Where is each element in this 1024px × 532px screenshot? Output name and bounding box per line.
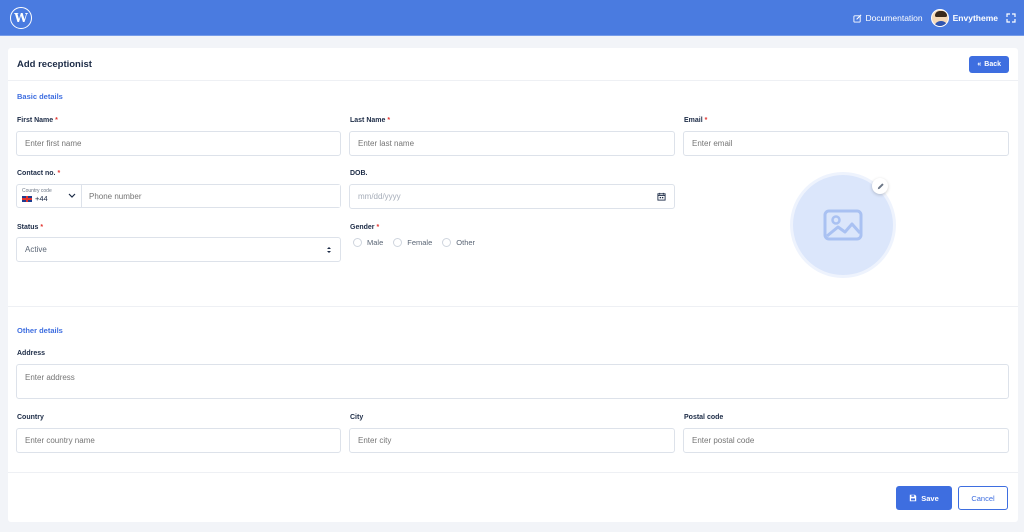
- gender-option-other[interactable]: Other: [442, 238, 475, 247]
- last-name-label: Last Name *: [350, 117, 391, 124]
- dob-input[interactable]: mm/dd/yyyy: [349, 184, 675, 209]
- email-input[interactable]: [683, 131, 1009, 156]
- user-name: Envytheme: [952, 13, 998, 23]
- dob-label: DOB.: [350, 170, 368, 177]
- city-label: City: [350, 414, 364, 421]
- svg-text:W: W: [14, 11, 28, 25]
- gender-option-male[interactable]: Male: [353, 238, 383, 247]
- radio-button[interactable]: [393, 238, 403, 247]
- first-name-input[interactable]: [16, 131, 341, 156]
- email-label: Email *: [684, 117, 708, 124]
- image-icon: [823, 209, 863, 241]
- receptionist-form-card: Add receptionist « Back Basic details Fi…: [8, 48, 1018, 522]
- country-label: Country: [17, 414, 44, 421]
- postal-code-input[interactable]: [683, 428, 1009, 453]
- city-input[interactable]: [349, 428, 675, 453]
- postal-code-label: Postal code: [684, 414, 724, 421]
- top-navbar: W Documentation Envytheme: [0, 0, 1024, 36]
- address-label: Address: [17, 350, 46, 357]
- phone-input[interactable]: [82, 185, 340, 207]
- country-code-value: +44: [35, 194, 48, 203]
- gender-option-female[interactable]: Female: [393, 238, 432, 247]
- save-label: Save: [921, 493, 939, 503]
- radio-button[interactable]: [442, 238, 452, 247]
- edit-square-icon: [853, 14, 862, 23]
- chevron-down-icon: [68, 193, 76, 198]
- dob-placeholder: mm/dd/yyyy: [358, 192, 401, 201]
- wordpress-logo-icon[interactable]: W: [10, 7, 32, 29]
- footer-divider: [8, 472, 1018, 473]
- save-button[interactable]: Save: [896, 486, 952, 510]
- avatar: [930, 9, 949, 27]
- contact-label: Contact no. *: [17, 170, 61, 177]
- address-textarea[interactable]: [16, 364, 1009, 399]
- section-divider: [8, 306, 1018, 307]
- back-label: Back: [984, 60, 1001, 68]
- back-button[interactable]: « Back: [969, 55, 1009, 73]
- documentation-link[interactable]: Documentation: [853, 13, 923, 23]
- page-title: Add receptionist: [17, 58, 92, 70]
- last-name-input[interactable]: [349, 131, 675, 156]
- card-header: Add receptionist « Back: [8, 48, 1018, 81]
- fullscreen-icon[interactable]: [1006, 13, 1016, 23]
- first-name-label: First Name *: [17, 117, 58, 124]
- other-details-title: Other details: [17, 326, 63, 335]
- country-input[interactable]: [16, 428, 341, 453]
- gender-label: Gender *: [350, 224, 380, 231]
- edit-photo-button[interactable]: [872, 178, 888, 194]
- gender-radio-group: Male Female Other: [353, 238, 475, 247]
- status-value: Active: [25, 245, 47, 254]
- status-select[interactable]: Active: [16, 237, 341, 262]
- cancel-button[interactable]: Cancel: [958, 486, 1008, 510]
- select-arrows-icon: [327, 246, 331, 253]
- status-label: Status *: [17, 224, 44, 231]
- uk-flag-icon: [22, 195, 32, 202]
- calendar-icon[interactable]: [657, 192, 666, 201]
- basic-details-title: Basic details: [17, 92, 63, 101]
- pencil-icon: [877, 182, 884, 189]
- country-code-select[interactable]: Country code +44: [17, 185, 82, 207]
- floppy-disk-icon: [910, 494, 917, 502]
- phone-field: Country code +44: [16, 184, 341, 208]
- documentation-label: Documentation: [865, 13, 923, 23]
- user-menu[interactable]: Envytheme: [930, 9, 998, 27]
- double-chevron-left-icon: «: [977, 60, 982, 68]
- radio-button[interactable]: [353, 238, 362, 247]
